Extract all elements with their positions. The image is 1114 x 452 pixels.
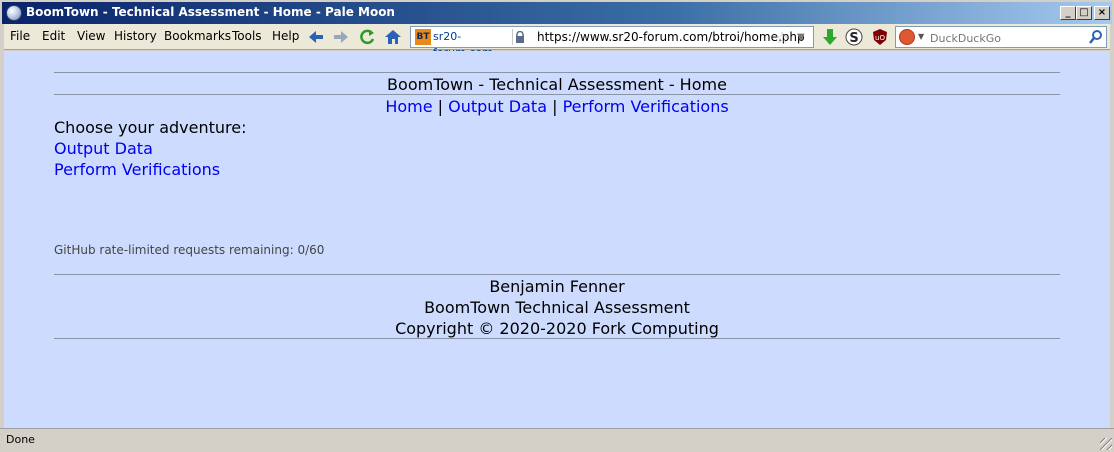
search-input[interactable]	[930, 30, 1080, 46]
svg-text:S: S	[849, 31, 858, 46]
s-addon-icon[interactable]: S	[844, 27, 864, 47]
nav-link-perform-verifications[interactable]: Perform Verifications	[563, 97, 729, 116]
status-bar: Done	[0, 428, 1114, 452]
window-border-right	[1110, 24, 1114, 428]
footer-divider-top	[54, 274, 1060, 275]
menu-edit[interactable]: Edit	[42, 29, 65, 43]
nav-link-home[interactable]: Home	[385, 97, 432, 116]
adventure-link-perform-verifications[interactable]: Perform Verifications	[54, 160, 220, 179]
resize-grip-icon[interactable]	[1100, 438, 1112, 450]
search-icon[interactable]	[1088, 29, 1104, 45]
nav-separator: |	[432, 97, 449, 116]
maximize-button[interactable]: □	[1076, 6, 1092, 20]
download-icon[interactable]	[820, 27, 840, 47]
home-icon[interactable]	[383, 27, 403, 47]
page-title: BoomTown - Technical Assessment - Home	[387, 75, 727, 94]
nav-link-output-data[interactable]: Output Data	[448, 97, 547, 116]
page-content: BoomTown - Technical Assessment - Home H…	[4, 51, 1110, 428]
menu-help[interactable]: Help	[272, 29, 299, 43]
pale-moon-icon	[6, 5, 22, 21]
menu-history[interactable]: History	[114, 29, 157, 43]
nav-separator: |	[547, 97, 563, 116]
site-favicon: BT	[415, 29, 431, 45]
window-titlebar[interactable]: BoomTown - Technical Assessment - Home -…	[0, 0, 1114, 24]
ublock-icon[interactable]: uO	[870, 27, 890, 47]
minimize-button[interactable]: _	[1060, 6, 1076, 20]
back-icon[interactable]	[306, 27, 326, 47]
adventure-link-output-data[interactable]: Output Data	[54, 139, 153, 158]
search-engine-dropdown-icon[interactable]: ▼	[918, 32, 924, 41]
footer-copyright: Copyright © 2020-2020 Fork Computing	[395, 319, 719, 338]
url-text[interactable]: https://www.sr20-forum.com/btroi/home.ph…	[537, 30, 805, 44]
svg-text:uO: uO	[875, 34, 885, 42]
reload-icon[interactable]	[357, 27, 377, 47]
rate-limit-note: GitHub rate-limited requests remaining: …	[54, 243, 325, 257]
url-dropdown-icon[interactable]: ▼	[797, 32, 805, 43]
browser-toolbar: File Edit View History Bookmarks Tools H…	[0, 24, 1114, 59]
footer-project: BoomTown Technical Assessment	[424, 298, 690, 317]
window-title: BoomTown - Technical Assessment - Home -…	[26, 5, 395, 19]
lock-icon[interactable]	[515, 31, 525, 43]
menu-tools[interactable]: Tools	[232, 29, 262, 43]
header-divider-top	[54, 72, 1060, 73]
menu-view[interactable]: View	[77, 29, 105, 43]
url-bar[interactable]: BT sr20-forum.com https://www.sr20-forum…	[410, 26, 814, 59]
forward-icon[interactable]	[331, 27, 351, 47]
bookmark-star-icon[interactable]: ☆	[775, 28, 789, 47]
duckduckgo-icon[interactable]	[899, 29, 915, 45]
footer-author: Benjamin Fenner	[489, 277, 625, 296]
close-button[interactable]: ×	[1094, 6, 1110, 20]
menu-bookmarks[interactable]: Bookmarks	[164, 29, 231, 43]
footer-divider-bottom	[54, 338, 1060, 339]
search-bar[interactable]: ▼	[895, 26, 1107, 48]
status-text: Done	[6, 433, 35, 446]
site-identity-badge[interactable]: BT sr20-forum.com	[413, 29, 513, 59]
adventure-prompt: Choose your adventure:	[54, 118, 247, 137]
menu-file[interactable]: File	[10, 29, 30, 43]
top-nav: Home | Output Data | Perform Verificatio…	[54, 97, 1060, 116]
header-divider-bottom	[54, 94, 1060, 95]
